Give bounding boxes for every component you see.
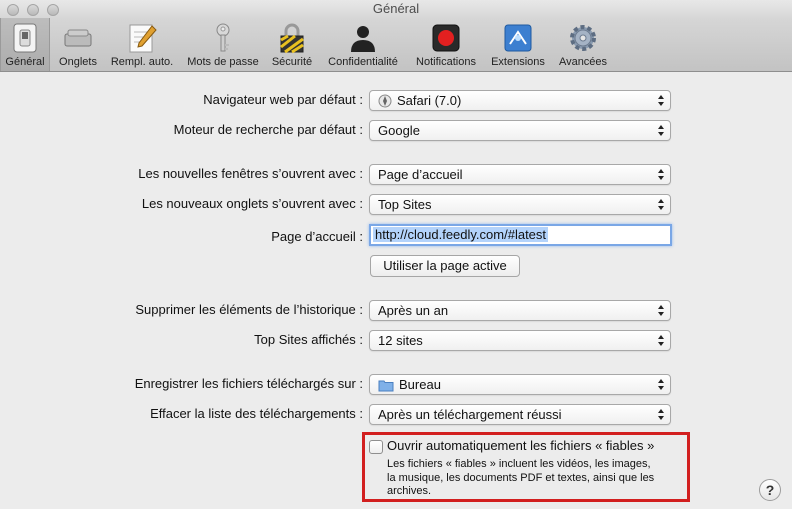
autofill-pencil-icon [129, 24, 157, 53]
close-button[interactable] [7, 4, 19, 16]
zoom-button[interactable] [47, 4, 59, 16]
tab-tabs[interactable]: Onglets [53, 18, 103, 71]
open-safe-files-label[interactable]: Ouvrir automatiquement les fichiers « fi… [387, 438, 654, 453]
tab-passwords[interactable]: Mots de passe [182, 18, 264, 71]
help-button[interactable]: ? [759, 479, 781, 501]
open-safe-files-checkbox[interactable] [369, 440, 383, 454]
tab-extensions[interactable]: Extensions [486, 18, 550, 71]
search-engine-label: Moteur de recherche par défaut : [173, 122, 363, 137]
popup-arrows-icon [658, 335, 664, 346]
new-windows-popup[interactable]: Page d’accueil [369, 164, 671, 185]
lock-icon [280, 23, 304, 54]
tab-security[interactable]: Sécurité [266, 18, 318, 71]
popup-arrows-icon [658, 409, 664, 420]
folder-icon [378, 380, 394, 392]
silhouette-icon [351, 26, 375, 52]
popup-arrows-icon [658, 95, 664, 106]
history-label: Supprimer les éléments de l’historique : [135, 302, 363, 317]
popup-arrows-icon [658, 169, 664, 180]
notification-record-icon [432, 24, 460, 52]
gear-icon [570, 25, 596, 51]
homepage-label: Page d’accueil : [271, 229, 363, 244]
homepage-input[interactable]: http://cloud.feedly.com/#latest [369, 224, 672, 246]
new-tabs-label: Les nouveaux onglets s’ouvrent avec : [141, 196, 363, 211]
safari-compass-icon [378, 94, 392, 108]
window-title: Général [372, 1, 420, 16]
preferences-window: Général Général Onglets Rempl. auto. Mot… [0, 0, 792, 509]
key-icon [216, 23, 230, 52]
tabs-icon [64, 29, 92, 47]
clear-downloads-label: Effacer la liste des téléchargements : [150, 406, 363, 421]
new-tabs-popup[interactable]: Top Sites [369, 194, 671, 215]
tab-advanced[interactable]: Avancées [552, 18, 614, 71]
download-location-popup[interactable]: Bureau [369, 374, 671, 395]
top-sites-popup[interactable]: 12 sites [369, 330, 671, 351]
preferences-toolbar: Général Onglets Rempl. auto. Mots de pas… [0, 18, 792, 72]
open-safe-files-description: Les fichiers « fiables » incluent les vi… [387, 458, 655, 497]
puzzle-extensions-icon [504, 24, 532, 52]
popup-arrows-icon [658, 199, 664, 210]
search-engine-popup[interactable]: Google [369, 120, 671, 141]
tab-general[interactable]: Général [0, 18, 50, 71]
tab-notifications[interactable]: Notifications [408, 18, 484, 71]
top-sites-label: Top Sites affichés : [254, 332, 363, 347]
new-windows-label: Les nouvelles fenêtres s’ouvrent avec : [138, 166, 363, 181]
popup-arrows-icon [658, 125, 664, 136]
popup-arrows-icon [658, 305, 664, 316]
minimize-button[interactable] [27, 4, 39, 16]
tab-privacy[interactable]: Confidentialité [320, 18, 406, 71]
clear-downloads-popup[interactable]: Après un téléchargement réussi [369, 404, 671, 425]
switch-icon [13, 23, 37, 53]
default-browser-popup[interactable]: Safari (7.0) [369, 90, 671, 111]
download-location-label: Enregistrer les fichiers téléchargés sur… [134, 376, 363, 391]
tab-autofill[interactable]: Rempl. auto. [104, 18, 180, 71]
history-popup[interactable]: Après un an [369, 300, 671, 321]
default-browser-label: Navigateur web par défaut : [203, 92, 363, 107]
use-current-page-button[interactable]: Utiliser la page active [370, 255, 520, 277]
popup-arrows-icon [658, 379, 664, 390]
